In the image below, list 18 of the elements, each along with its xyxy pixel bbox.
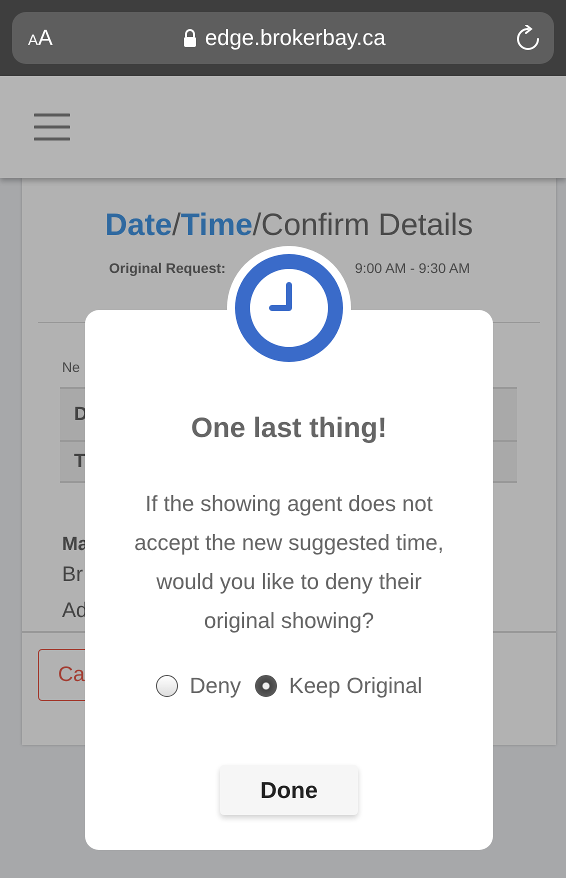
original-request-time: 9:00 AM - 9:30 AM — [354, 260, 470, 276]
radio-option[interactable]: Keep Original — [255, 673, 422, 699]
dialog-title: One last thing! — [191, 411, 387, 445]
address-bar[interactable]: AA edge.brokerbay.ca — [12, 12, 554, 64]
detail-text: Br — [62, 562, 83, 588]
original-request-label: Original Request: — [109, 260, 226, 276]
new-label: Ne — [62, 359, 81, 375]
radio-icon[interactable] — [255, 675, 278, 697]
page-heading: Date/Time/Confirm Details — [104, 208, 474, 242]
done-button[interactable]: Done — [220, 765, 358, 815]
dialog-message: If the showing agent does not accept the new suggested time, would you like to deny their original showing? — [133, 490, 445, 635]
url-text: edge.brokerbay.ca — [205, 25, 386, 51]
radio-option[interactable]: Deny — [156, 673, 242, 699]
reload-icon[interactable] — [516, 25, 540, 51]
menu-icon[interactable] — [34, 113, 70, 141]
radio-icon[interactable] — [156, 675, 178, 697]
lock-icon — [183, 29, 198, 47]
text-size-button[interactable]: AA — [28, 25, 53, 51]
